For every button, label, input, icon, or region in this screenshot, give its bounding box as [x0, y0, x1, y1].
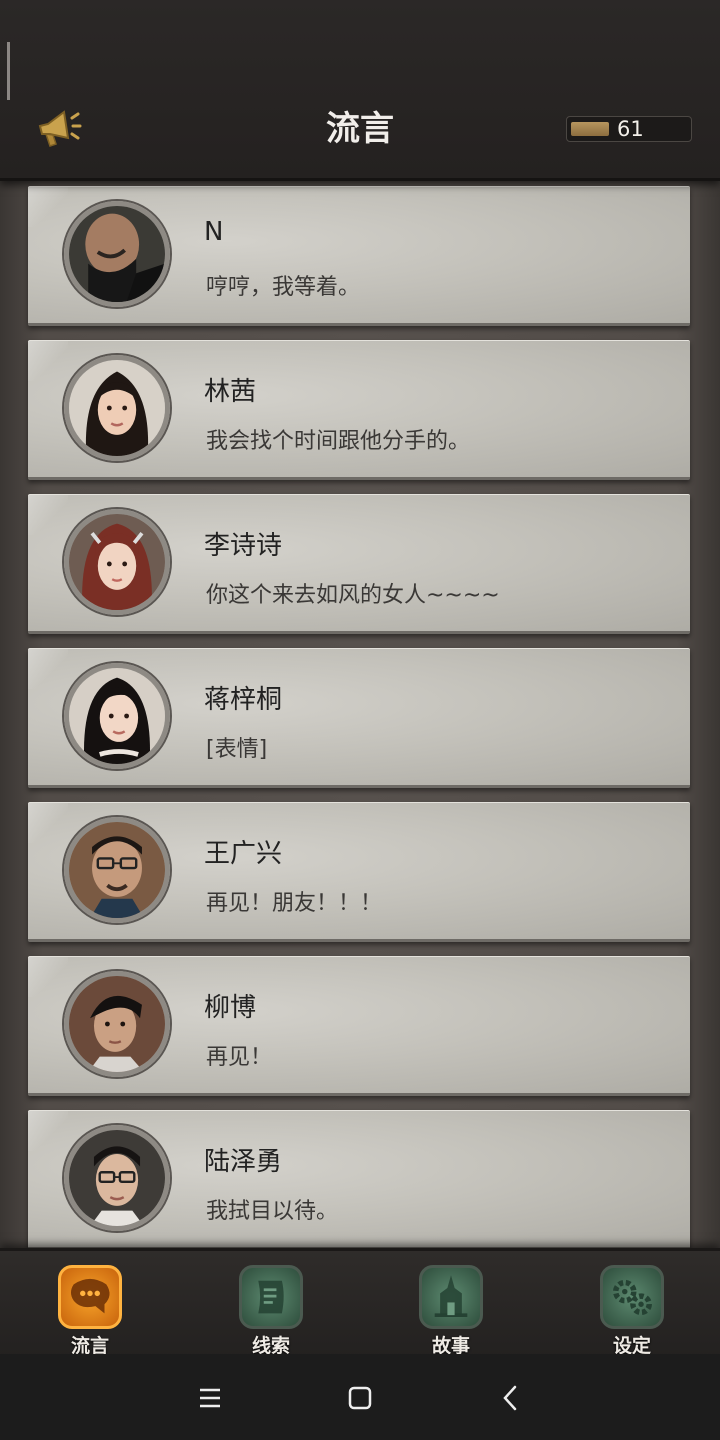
bottom-nav: 流言 线索 故事 设定 — [0, 1248, 720, 1357]
contact-name: 王广兴 — [204, 839, 283, 869]
message-card[interactable]: 柳博 再见！ — [28, 956, 690, 1096]
gears-icon — [600, 1265, 664, 1329]
message-card[interactable]: 林茜 我会找个时间跟他分手的。 — [28, 340, 690, 480]
system-nav-bar — [0, 1354, 720, 1440]
currency-counter: 61 — [566, 116, 692, 142]
contact-name: 林茜 — [204, 377, 257, 407]
home-icon[interactable] — [340, 1378, 380, 1418]
message-preview: 再见！朋友！！！ — [206, 891, 383, 916]
currency-value: 61 — [617, 117, 644, 141]
tab-settings[interactable]: 设定 — [587, 1265, 677, 1357]
temple-icon — [419, 1265, 483, 1329]
avatar-jiang-zitong — [64, 663, 170, 769]
contact-name: 蒋梓桐 — [204, 685, 283, 715]
message-preview: [表情] — [206, 737, 268, 762]
contact-name: 陆泽勇 — [204, 1147, 283, 1177]
message-preview: 再见！ — [206, 1045, 273, 1070]
menu-icon[interactable] — [190, 1378, 230, 1418]
tab-clues[interactable]: 线索 — [226, 1265, 316, 1357]
avatar-wang-guangxing — [64, 817, 170, 923]
avatar-n — [64, 201, 170, 307]
top-bar: 流言 61 — [0, 0, 720, 181]
chat-bubble-icon — [58, 1265, 122, 1329]
back-icon[interactable] — [490, 1378, 530, 1418]
contact-name: 李诗诗 — [204, 531, 283, 561]
message-card[interactable]: 陆泽勇 我拭目以待。 — [28, 1110, 690, 1248]
message-card[interactable]: 王广兴 再见！朋友！！！ — [28, 802, 690, 942]
tab-story[interactable]: 故事 — [406, 1265, 496, 1357]
edge-indicator — [7, 42, 10, 100]
contact-name: N — [204, 217, 224, 247]
message-preview: 你这个来去如风的女人~~~~ — [206, 583, 500, 608]
currency-icon — [571, 122, 609, 136]
message-preview: 哼哼，我等着。 — [206, 275, 361, 300]
message-list[interactable]: N 哼哼，我等着。 林茜 我会找个时间跟他分手的。 李诗诗 你这个来去如风的女人… — [0, 178, 720, 1248]
avatar-lin-qian — [64, 355, 170, 461]
contact-name: 柳博 — [204, 993, 257, 1023]
avatar-liu-bo — [64, 971, 170, 1077]
scroll-icon — [239, 1265, 303, 1329]
message-card[interactable]: N 哼哼，我等着。 — [28, 186, 690, 326]
message-card[interactable]: 蒋梓桐 [表情] — [28, 648, 690, 788]
avatar-lu-zeyong — [64, 1125, 170, 1231]
tab-rumors[interactable]: 流言 — [45, 1265, 135, 1357]
avatar-li-shishi — [64, 509, 170, 615]
message-preview: 我拭目以待。 — [206, 1199, 339, 1224]
message-preview: 我会找个时间跟他分手的。 — [206, 429, 471, 454]
message-card[interactable]: 李诗诗 你这个来去如风的女人~~~~ — [28, 494, 690, 634]
